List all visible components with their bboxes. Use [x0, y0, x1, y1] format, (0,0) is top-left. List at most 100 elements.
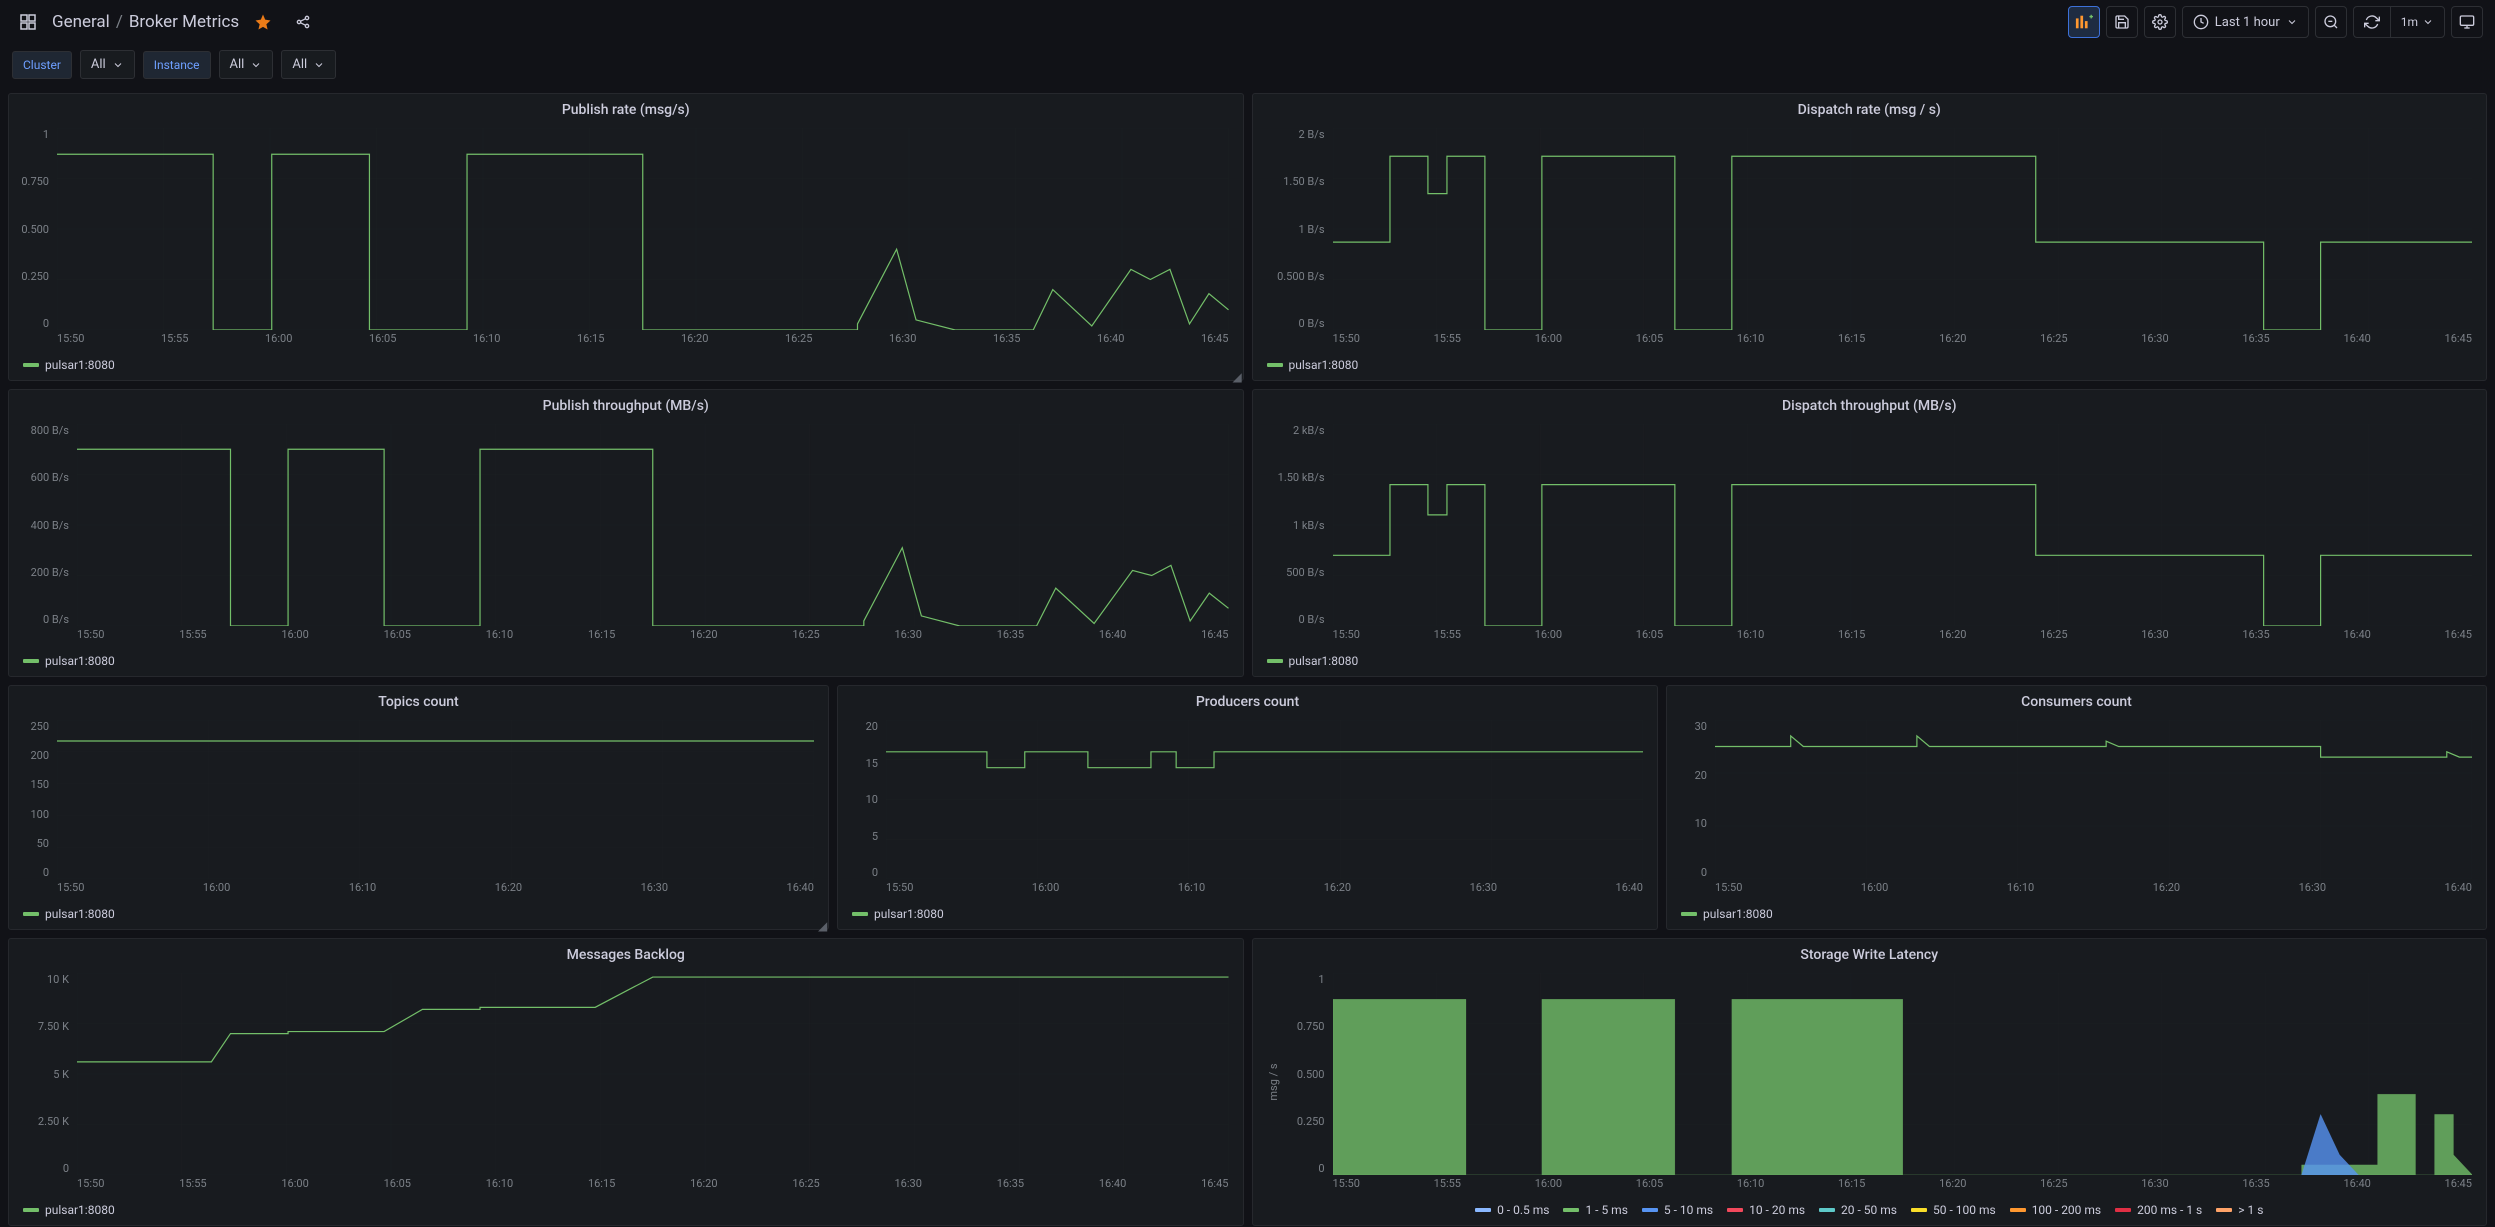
plot-area[interactable] [1333, 128, 2473, 330]
resize-handle[interactable]: ◢ [818, 919, 826, 927]
y-axis: 800 B/s600 B/s400 B/s200 B/s0 B/s [9, 424, 75, 626]
legend-item[interactable]: 1 - 5 ms [1563, 1203, 1627, 1217]
favorite-star-button[interactable] [247, 6, 279, 38]
breadcrumb: General / Broker Metrics [52, 12, 239, 32]
breadcrumb-separator: / [116, 12, 123, 32]
x-axis: 15:5015:5516:0016:0516:1016:1516:2016:25… [1333, 628, 2473, 646]
panel-title: Dispatch throughput (MB/s) [1253, 390, 2487, 418]
chevron-down-icon [112, 59, 124, 71]
legend-item[interactable]: pulsar1:8080 [23, 654, 115, 668]
legend-item[interactable]: pulsar1:8080 [1681, 907, 1773, 921]
legend-item[interactable]: pulsar1:8080 [1267, 358, 1359, 372]
tv-mode-button[interactable] [2451, 6, 2483, 38]
legend-item[interactable]: pulsar1:8080 [23, 1203, 115, 1217]
panel-title: Dispatch rate (msg / s) [1253, 94, 2487, 122]
panel-topics-count[interactable]: Topics count 250200150100500 15:5016:001… [8, 685, 829, 930]
panel-dispatch-throughput[interactable]: Dispatch throughput (MB/s) 2 kB/s1.50 kB… [1252, 389, 2488, 677]
legend-item[interactable]: 10 - 20 ms [1727, 1203, 1805, 1217]
panel-title: Storage Write Latency [1253, 939, 2487, 967]
y-axis: 250200150100500 [9, 720, 55, 879]
refresh-button[interactable] [2354, 7, 2391, 37]
variable-bar: Cluster All Instance All All [0, 44, 2495, 89]
chevron-down-icon [2422, 16, 2434, 28]
time-range-label: Last 1 hour [2215, 15, 2280, 30]
panel-title: Messages Backlog [9, 939, 1243, 967]
x-axis: 15:5015:5516:0016:0516:1016:1516:2016:25… [1333, 1177, 2473, 1195]
y-axis: 10 K7.50 K5 K2.50 K0 [9, 973, 75, 1175]
refresh-interval-select[interactable]: 1m [2391, 7, 2444, 37]
legend: pulsar1:8080 [9, 1197, 1243, 1225]
add-panel-button[interactable] [2068, 6, 2100, 38]
panel-publish-throughput[interactable]: Publish throughput (MB/s) 800 B/s600 B/s… [8, 389, 1244, 677]
x-axis: 15:5015:5516:0016:0516:1016:1516:2016:25… [1333, 332, 2473, 350]
y-axis: 10.7500.5000.2500 [1253, 973, 1331, 1175]
legend: pulsar1:8080 [9, 648, 1243, 676]
var-instance-label[interactable]: Instance [143, 51, 211, 79]
y-axis: 10.7500.5000.2500 [9, 128, 55, 330]
panel-storage-write-latency[interactable]: Storage Write Latency msg / s 10.7500.50… [1252, 938, 2488, 1226]
save-button[interactable] [2106, 6, 2138, 38]
plot-area[interactable] [57, 720, 814, 879]
settings-button[interactable] [2144, 6, 2176, 38]
panel-dispatch-rate[interactable]: Dispatch rate (msg / s) 2 B/s1.50 B/s1 B… [1252, 93, 2488, 381]
panel-producers-count[interactable]: Producers count 20151050 15:5016:0016:10… [837, 685, 1658, 930]
var-cluster-select[interactable]: All [80, 50, 135, 79]
refresh-group: 1m [2353, 6, 2445, 38]
legend-item[interactable]: 0 - 0.5 ms [1475, 1203, 1549, 1217]
legend: pulsar1:8080 [9, 901, 828, 929]
legend: pulsar1:8080 [9, 352, 1243, 380]
legend-item[interactable]: pulsar1:8080 [23, 358, 115, 372]
var-cluster-label[interactable]: Cluster [12, 51, 72, 79]
plot-area[interactable] [1715, 720, 2472, 879]
legend-item[interactable]: pulsar1:8080 [852, 907, 944, 921]
panel-consumers-count[interactable]: Consumers count 3020100 15:5016:0016:101… [1666, 685, 2487, 930]
x-axis: 15:5015:5516:0016:0516:1016:1516:2016:25… [77, 628, 1229, 646]
plot-area[interactable] [886, 720, 1643, 879]
breadcrumb-current[interactable]: Broker Metrics [129, 12, 239, 32]
breadcrumb-folder-link[interactable]: General [52, 12, 110, 32]
panel-messages-backlog[interactable]: Messages Backlog 10 K7.50 K5 K2.50 K0 15… [8, 938, 1244, 1226]
plot-area[interactable] [57, 128, 1229, 330]
legend-item[interactable]: 100 - 200 ms [2010, 1203, 2101, 1217]
plot-area[interactable] [1333, 424, 2473, 626]
x-axis: 15:5016:0016:1016:2016:3016:40 [886, 881, 1643, 899]
plot-area[interactable] [77, 424, 1229, 626]
legend: pulsar1:8080 [1253, 648, 2487, 676]
panel-title: Consumers count [1667, 686, 2486, 714]
dashboard-grid-icon[interactable] [12, 6, 44, 38]
x-axis: 15:5015:5516:0016:0516:1016:1516:2016:25… [57, 332, 1229, 350]
refresh-interval-label: 1m [2401, 15, 2418, 29]
legend: pulsar1:8080 [1667, 901, 2486, 929]
chevron-down-icon [2286, 16, 2298, 28]
panel-title: Publish rate (msg/s) [9, 94, 1243, 122]
x-axis: 15:5015:5516:0016:0516:1016:1516:2016:25… [77, 1177, 1229, 1195]
legend-item[interactable]: 50 - 100 ms [1911, 1203, 1996, 1217]
legend-item[interactable]: 5 - 10 ms [1642, 1203, 1713, 1217]
plot-area[interactable] [1333, 973, 2473, 1175]
time-range-picker[interactable]: Last 1 hour [2182, 6, 2309, 38]
legend-item[interactable]: > 1 s [2216, 1203, 2263, 1217]
share-button[interactable] [287, 6, 319, 38]
resize-handle[interactable]: ◢ [1233, 370, 1241, 378]
legend: 0 - 0.5 ms 1 - 5 ms 5 - 10 ms 10 - 20 ms 20 … [1253, 1197, 2487, 1225]
panel-publish-rate[interactable]: Publish rate (msg/s) 10.7500.5000.2500 1… [8, 93, 1244, 381]
legend-item[interactable]: 20 - 50 ms [1819, 1203, 1897, 1217]
legend-item[interactable]: 200 ms - 1 s [2115, 1203, 2202, 1217]
panel-title: Topics count [9, 686, 828, 714]
chevron-down-icon [250, 59, 262, 71]
plot-area[interactable] [77, 973, 1229, 1175]
chevron-down-icon [313, 59, 325, 71]
panel-title: Publish throughput (MB/s) [9, 390, 1243, 418]
y-axis: 2 B/s1.50 B/s1 B/s0.500 B/s0 B/s [1253, 128, 1331, 330]
legend: pulsar1:8080 [1253, 352, 2487, 380]
dashboard-header: General / Broker Metrics Last 1 hour [0, 0, 2495, 44]
legend-item[interactable]: pulsar1:8080 [23, 907, 115, 921]
legend: pulsar1:8080 [838, 901, 1657, 929]
x-axis: 15:5016:0016:1016:2016:3016:40 [57, 881, 814, 899]
legend-item[interactable]: pulsar1:8080 [1267, 654, 1359, 668]
dashboard-grid: Publish rate (msg/s) 10.7500.5000.2500 1… [0, 89, 2495, 1227]
y-axis: 20151050 [838, 720, 884, 879]
var-extra-select[interactable]: All [281, 50, 336, 79]
zoom-out-button[interactable] [2315, 6, 2347, 38]
var-instance-select[interactable]: All [219, 50, 274, 79]
